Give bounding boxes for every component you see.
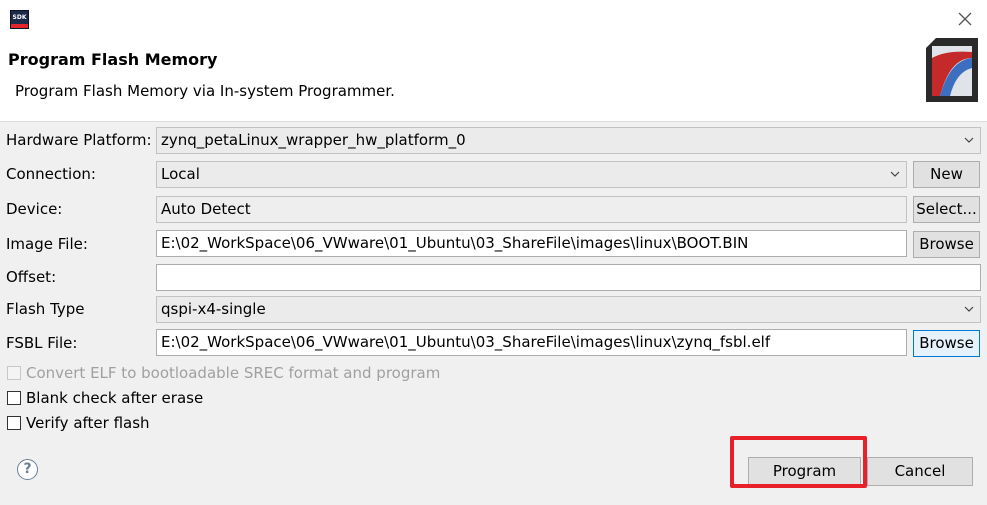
program-highlight-box (730, 436, 867, 488)
device-field: Auto Detect (156, 196, 907, 223)
flash-banner-icon (926, 38, 978, 102)
blank-check-checkbox[interactable] (7, 391, 21, 405)
offset-input[interactable] (156, 264, 981, 291)
new-connection-button[interactable]: New (913, 161, 980, 188)
verify-label: Verify after flash (26, 414, 150, 432)
title-bar (0, 0, 987, 36)
dialog-title: Program Flash Memory (8, 50, 218, 69)
cancel-button[interactable]: Cancel (867, 457, 973, 486)
hardware-platform-value: zynq_petaLinux_wrapper_hw_platform_0 (161, 131, 466, 149)
browse-fsbl-button[interactable]: Browse (913, 330, 980, 357)
hardware-platform-label: Hardware Platform: (6, 131, 152, 149)
flash-type-label: Flash Type (6, 300, 85, 318)
close-icon[interactable] (954, 8, 976, 30)
help-icon[interactable]: ? (17, 459, 38, 480)
chevron-down-icon (964, 137, 974, 143)
device-label: Device: (6, 200, 63, 218)
browse-image-button[interactable]: Browse (913, 231, 980, 258)
sdk-app-icon: SDK (10, 10, 29, 29)
image-file-label: Image File: (6, 235, 88, 253)
select-device-button[interactable]: Select... (913, 196, 980, 223)
dialog-subtitle: Program Flash Memory via In-system Progr… (15, 82, 395, 100)
flash-type-select[interactable]: qspi-x4-single (156, 296, 981, 323)
connection-select[interactable]: Local (156, 161, 907, 188)
app-icon-text: SDK (12, 14, 27, 21)
convert-elf-checkbox[interactable] (7, 366, 21, 380)
verify-checkbox[interactable] (7, 416, 21, 430)
blank-check-label: Blank check after erase (26, 389, 204, 407)
fsbl-file-input[interactable]: E:\02_WorkSpace\06_VWware\01_Ubuntu\03_S… (156, 329, 907, 356)
hardware-platform-select[interactable]: zynq_petaLinux_wrapper_hw_platform_0 (156, 127, 981, 154)
offset-label: Offset: (6, 268, 57, 286)
image-file-input[interactable]: E:\02_WorkSpace\06_VWware\01_Ubuntu\03_S… (156, 230, 907, 257)
fsbl-file-label: FSBL File: (6, 334, 78, 352)
flash-type-value: qspi-x4-single (161, 300, 266, 318)
chevron-down-icon (964, 306, 974, 312)
chevron-down-icon (890, 171, 900, 177)
dialog-header (0, 36, 987, 122)
convert-elf-label: Convert ELF to bootloadable SREC format … (26, 364, 441, 382)
connection-value: Local (161, 165, 200, 183)
connection-label: Connection: (6, 165, 96, 183)
